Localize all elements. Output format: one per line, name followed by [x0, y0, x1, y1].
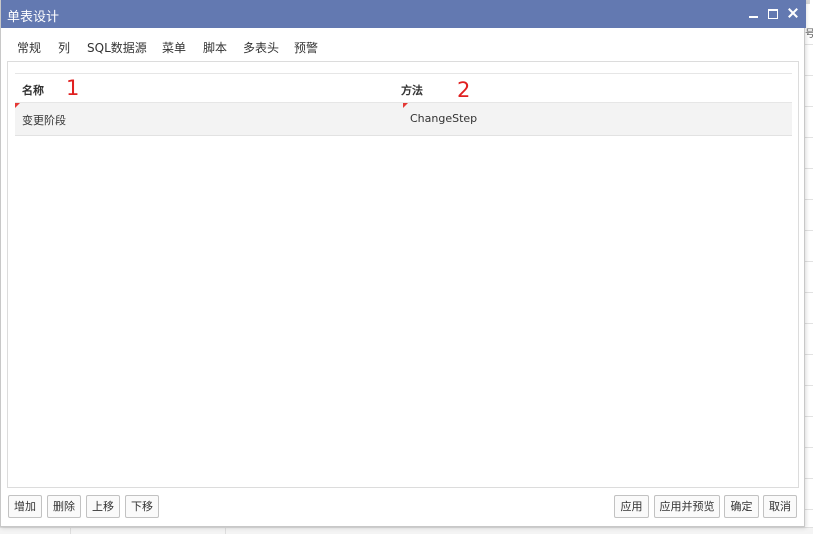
maximize-icon[interactable]: [767, 5, 781, 21]
table-row[interactable]: 变更阶段 ChangeStep: [15, 103, 792, 136]
tab-alert[interactable]: 预警: [286, 38, 326, 61]
table-design-dialog: 单表设计 常规 列 SQL数据源 菜单 脚本 多表头 预警 名称 方法 变更阶段…: [0, 0, 806, 527]
close-icon[interactable]: [786, 5, 800, 21]
modified-marker: [15, 103, 20, 108]
tab-script[interactable]: 脚本: [195, 38, 235, 61]
modified-marker: [403, 103, 408, 108]
cell-method[interactable]: ChangeStep: [410, 112, 477, 125]
annotation-1: 1: [66, 76, 80, 100]
column-header-method[interactable]: 方法: [401, 82, 423, 98]
add-button[interactable]: 增加: [8, 495, 42, 518]
move-up-button[interactable]: 上移: [86, 495, 120, 518]
tab-columns[interactable]: 列: [50, 38, 78, 61]
tab-bar: 常规 列 SQL数据源 菜单 脚本 多表头 预警: [7, 38, 799, 63]
apply-button[interactable]: 应用: [614, 495, 649, 518]
delete-button[interactable]: 删除: [47, 495, 81, 518]
cell-name[interactable]: 变更阶段: [22, 112, 66, 128]
annotation-2: 2: [457, 78, 471, 102]
dialog-title: 单表设计: [7, 10, 60, 25]
dialog-titlebar[interactable]: 单表设计: [1, 0, 806, 28]
menu-grid: 名称 方法 变更阶段 ChangeStep: [15, 73, 792, 136]
grid-header: 名称 方法: [15, 73, 792, 103]
cancel-button[interactable]: 取消: [763, 495, 797, 518]
tab-menu[interactable]: 菜单: [154, 38, 195, 63]
move-down-button[interactable]: 下移: [125, 495, 159, 518]
tab-multi-header[interactable]: 多表头: [235, 38, 287, 61]
tab-general[interactable]: 常规: [9, 38, 49, 61]
menu-panel: 名称 方法 变更阶段 ChangeStep 1 2: [7, 61, 799, 488]
tab-sql-datasource[interactable]: SQL数据源: [79, 38, 155, 61]
background-column-glyph: 号: [805, 29, 813, 40]
column-header-name[interactable]: 名称: [22, 82, 44, 98]
ok-button[interactable]: 确定: [724, 495, 759, 518]
minimize-icon[interactable]: [747, 5, 761, 21]
background-right-column: 号: [805, 0, 813, 533]
apply-and-preview-button[interactable]: 应用并预览: [654, 495, 720, 518]
